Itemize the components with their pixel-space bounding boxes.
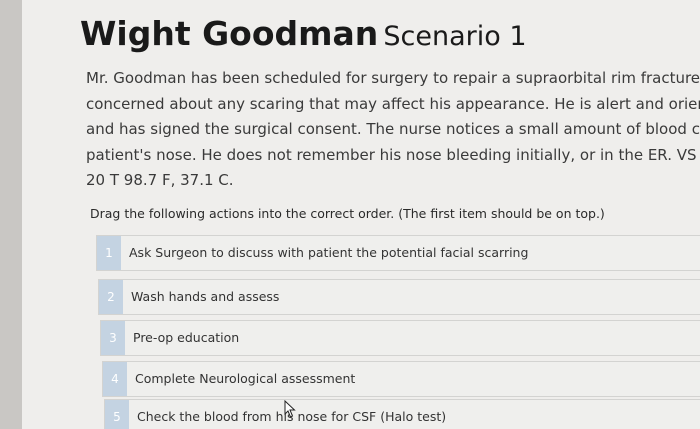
item-label: Ask Surgeon to discuss with patient the … — [129, 245, 529, 260]
scenario-line: Mr. Goodman has been scheduled for surge… — [86, 69, 700, 87]
item-label: Wash hands and assess — [131, 289, 280, 304]
scenario-line: 20 T 98.7 F, 37.1 C. — [86, 171, 234, 189]
title-name: Wight Goodman — [80, 14, 379, 53]
item-number: 5 — [105, 400, 129, 429]
item-number: 2 — [99, 280, 123, 314]
left-edge — [0, 0, 22, 429]
scenario-line: patient's nose. He does not remember his… — [86, 145, 700, 164]
question-instructions: Drag the following actions into the corr… — [90, 206, 605, 221]
item-number: 3 — [101, 321, 125, 355]
item-number: 1 — [97, 236, 121, 270]
scenario-text: Mr. Goodman has been scheduled for surge… — [86, 66, 700, 194]
ordering-item[interactable]: 5 Check the blood from his nose for CSF … — [104, 399, 700, 429]
ordering-item[interactable]: 4 Complete Neurological assessment — [102, 361, 700, 397]
ordering-item[interactable]: 1 Ask Surgeon to discuss with patient th… — [96, 235, 700, 271]
title-scenario: Scenario 1 — [383, 21, 527, 52]
mouse-pointer-icon — [284, 400, 296, 418]
quiz-page: Wight Goodman Scenario 1 Mr. Goodman has… — [0, 0, 700, 429]
ordering-item[interactable]: 3 Pre-op education — [100, 320, 700, 356]
item-label: Complete Neurological assessment — [135, 371, 356, 386]
ordering-item[interactable]: 2 Wash hands and assess — [98, 279, 700, 315]
scenario-line: concerned about any scaring that may aff… — [86, 94, 700, 113]
scenario-line: and has signed the surgical consent. The… — [86, 120, 700, 138]
item-number: 4 — [103, 362, 127, 396]
item-label: Pre-op education — [133, 330, 240, 345]
page-title: Wight Goodman Scenario 1 — [80, 14, 527, 53]
